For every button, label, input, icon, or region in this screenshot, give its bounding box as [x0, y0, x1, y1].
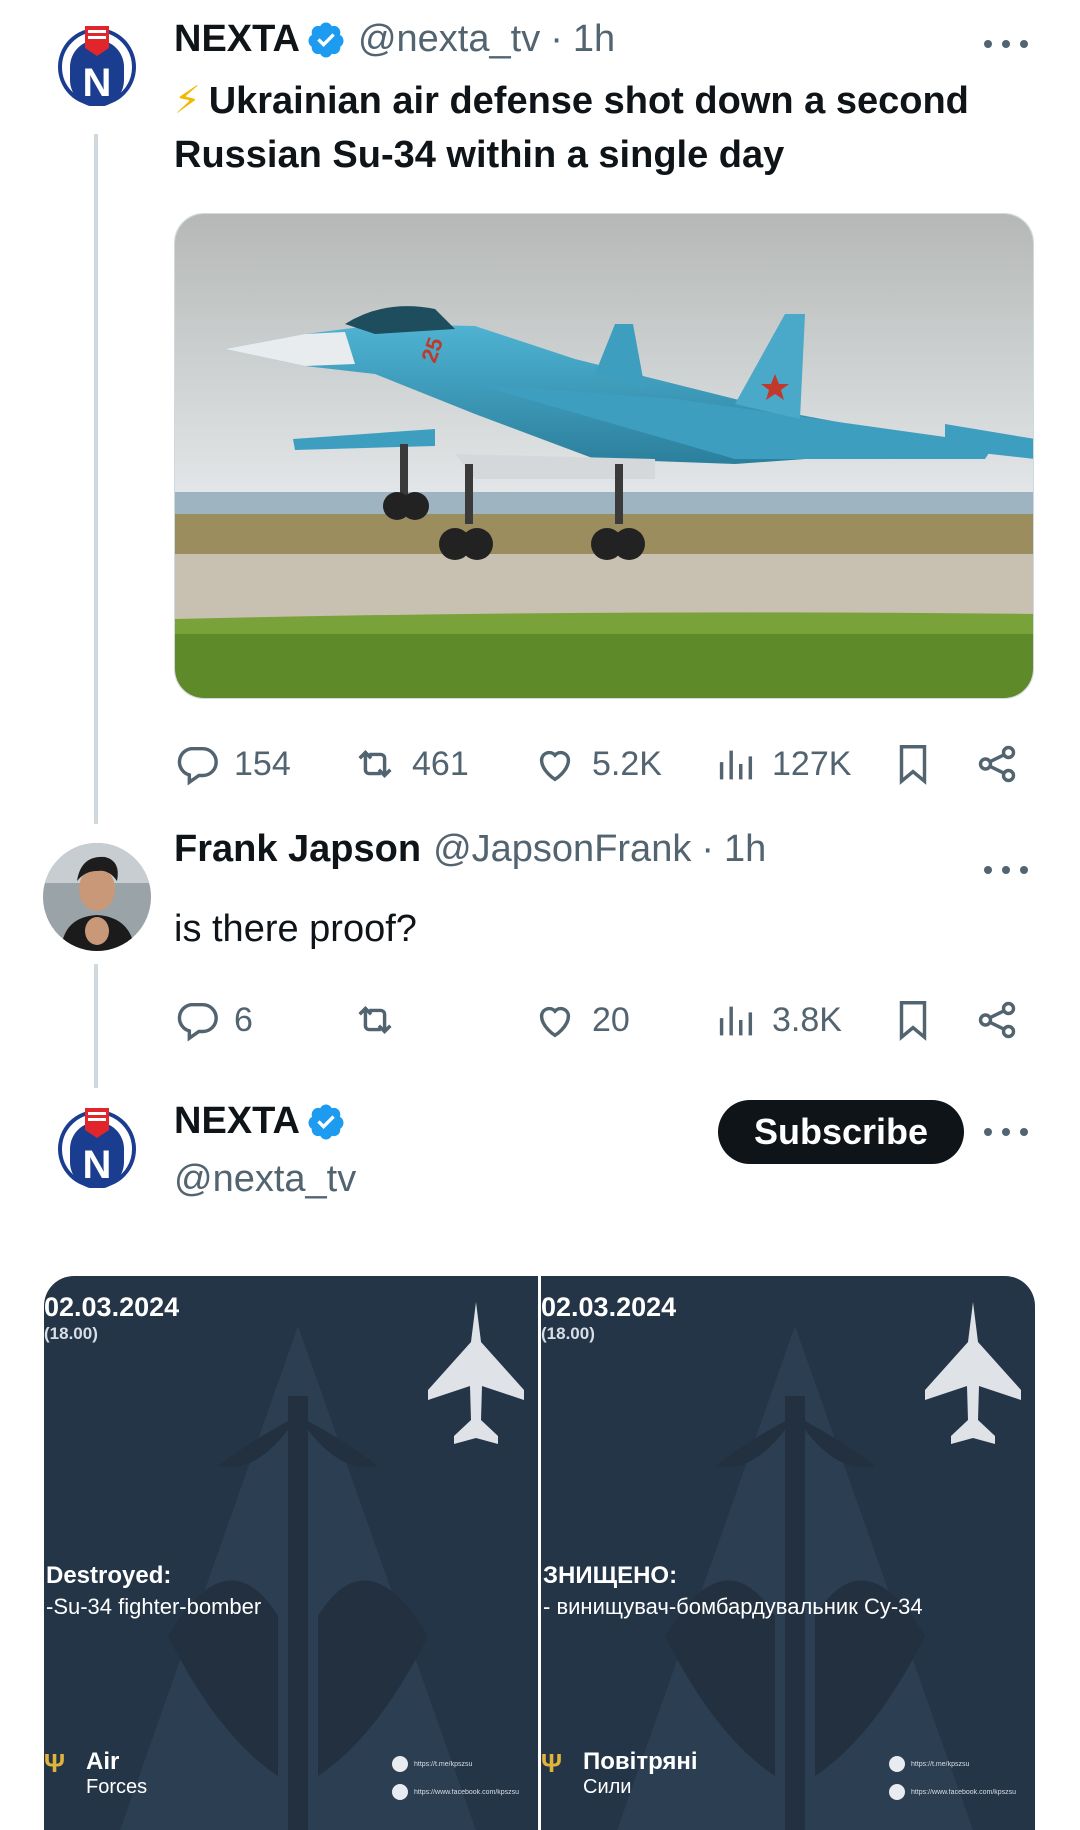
views-button[interactable]: 127K	[712, 734, 851, 794]
like-count: 20	[592, 1000, 630, 1039]
views-icon	[719, 1006, 753, 1036]
media-card-ukrainian[interactable]: 02.03.2024 (18.00) ЗНИЩЕНО: - винищувач-…	[541, 1276, 1035, 1830]
timestamp[interactable]: 1h	[724, 828, 766, 871]
lightning-icon: ⚡	[174, 80, 201, 122]
card-heading: ЗНИЩЕНО:	[543, 1562, 678, 1589]
more-options-icon[interactable]	[984, 34, 1028, 54]
facebook-icon	[889, 1784, 905, 1800]
tweet-body: Ukrainian air defense shot down a second…	[174, 80, 969, 176]
avatar[interactable]	[43, 843, 151, 951]
su34-jet-photo: 25	[175, 214, 1033, 698]
card-heading: Destroyed:	[46, 1562, 172, 1589]
verified-badge-icon	[306, 1102, 346, 1142]
trident-icon: Ψ	[44, 1748, 66, 1778]
card-footer: Ψ Повітряні Сили https://t.me/kpszsu htt…	[541, 1748, 1035, 1828]
card-detail: -Su-34 fighter-bomber	[46, 1594, 262, 1619]
card-time: (18.00)	[541, 1324, 595, 1343]
share-button[interactable]	[974, 990, 1020, 1050]
card-links: https://t.me/kpszsu https://www.facebook…	[889, 1752, 1035, 1808]
facebook-link: https://www.facebook.com/kpszsu	[911, 1788, 1017, 1796]
separator: ·	[550, 18, 563, 60]
reply-button[interactable]: 6	[174, 990, 253, 1050]
handle[interactable]: @nexta_tv	[174, 1158, 356, 1201]
footer-line2: Сили	[583, 1776, 632, 1798]
card-time: (18.00)	[44, 1324, 98, 1343]
heart-icon	[539, 1006, 571, 1038]
footer-line1: Повітряні	[583, 1748, 698, 1775]
card-date: 02.03.2024	[541, 1292, 677, 1322]
bookmark-button[interactable]	[890, 990, 936, 1050]
thread-line	[94, 134, 98, 824]
repost-icon	[358, 1006, 392, 1034]
tweet-header: NEXTA	[174, 1100, 346, 1143]
bookmark-icon	[899, 1001, 927, 1041]
like-button[interactable]: 5.2K	[532, 734, 662, 794]
trident-icon: Ψ	[541, 1748, 563, 1778]
facebook-link: https://www.facebook.com/kpszsu	[414, 1788, 520, 1796]
reply-icon	[177, 1002, 218, 1042]
frank-avatar-photo	[43, 843, 151, 951]
repost-icon	[358, 750, 392, 778]
footer-line1: Air	[86, 1748, 120, 1775]
subscribe-button[interactable]: Subscribe	[718, 1100, 964, 1164]
card-detail: - винищувач-бомбардувальник Су-34	[543, 1594, 923, 1619]
tweet-actions: 154 461 5.2K 127K	[174, 734, 1034, 794]
facebook-icon	[392, 1784, 408, 1800]
footer-line2: Forces	[86, 1776, 148, 1798]
card-footer: Ψ Air Forces https://t.me/kpszsu https:/…	[44, 1748, 538, 1828]
reply-text: is there proof?	[174, 908, 417, 950]
views-count: 3.8K	[772, 1000, 842, 1039]
reply-count: 154	[234, 744, 291, 783]
handle[interactable]: @JapsonFrank	[433, 828, 691, 871]
nexta-logo-icon: N	[58, 1108, 136, 1189]
fighter-jet-icon	[428, 1302, 524, 1444]
views-count: 127K	[772, 744, 852, 783]
reply-icon	[177, 746, 218, 786]
reply-header: Frank Japson @JapsonFrank · 1h	[174, 828, 766, 871]
reply-count: 6	[234, 1000, 253, 1039]
share-icon	[978, 1001, 1016, 1039]
reply-actions: 6 20 3.8K	[174, 990, 1034, 1050]
telegram-icon	[392, 1756, 408, 1772]
bookmark-button[interactable]	[890, 734, 936, 794]
views-icon	[719, 750, 753, 780]
more-options-icon[interactable]	[984, 1122, 1028, 1142]
repost-count: 461	[412, 744, 469, 783]
reply-button[interactable]: 154	[174, 734, 291, 794]
separator: ·	[701, 828, 714, 870]
avatar[interactable]: N	[58, 20, 136, 107]
card-links: https://t.me/kpszsu https://www.facebook…	[392, 1752, 538, 1808]
telegram-link: https://t.me/kpszsu	[414, 1760, 473, 1768]
handle[interactable]: @nexta_tv	[358, 18, 540, 61]
avatar[interactable]: N	[58, 1102, 136, 1189]
display-name[interactable]: NEXTA	[174, 1100, 300, 1143]
svg-text:N: N	[83, 1143, 112, 1187]
views-button[interactable]: 3.8K	[712, 990, 842, 1050]
bookmark-icon	[899, 745, 927, 785]
tweet-text: ⚡ Ukrainian air defense shot down a secon…	[174, 74, 1044, 182]
thread-line	[94, 964, 98, 1088]
like-count: 5.2K	[592, 744, 662, 783]
repost-button[interactable]	[352, 990, 412, 1050]
heart-icon	[539, 750, 571, 782]
share-icon	[978, 745, 1016, 783]
verified-badge-icon	[306, 20, 346, 60]
tweet-header: NEXTA @nexta_tv · 1h	[174, 18, 615, 61]
display-name[interactable]: NEXTA	[174, 18, 300, 61]
display-name[interactable]: Frank Japson	[174, 828, 421, 871]
media-card-english[interactable]: 02.03.2024 (18.00) Destroyed: -Su-34 fig…	[44, 1276, 538, 1830]
telegram-link: https://t.me/kpszsu	[911, 1760, 970, 1768]
telegram-icon	[889, 1756, 905, 1772]
timestamp[interactable]: 1h	[573, 18, 615, 61]
share-button[interactable]	[974, 734, 1020, 794]
svg-text:N: N	[83, 61, 112, 105]
more-options-icon[interactable]	[984, 860, 1028, 880]
nexta-logo-icon: N	[58, 26, 136, 107]
like-button[interactable]: 20	[532, 990, 630, 1050]
card-date: 02.03.2024	[44, 1292, 180, 1322]
fighter-jet-icon	[925, 1302, 1021, 1444]
repost-button[interactable]: 461	[352, 734, 469, 794]
tweet-media-image[interactable]: 25	[174, 213, 1034, 699]
